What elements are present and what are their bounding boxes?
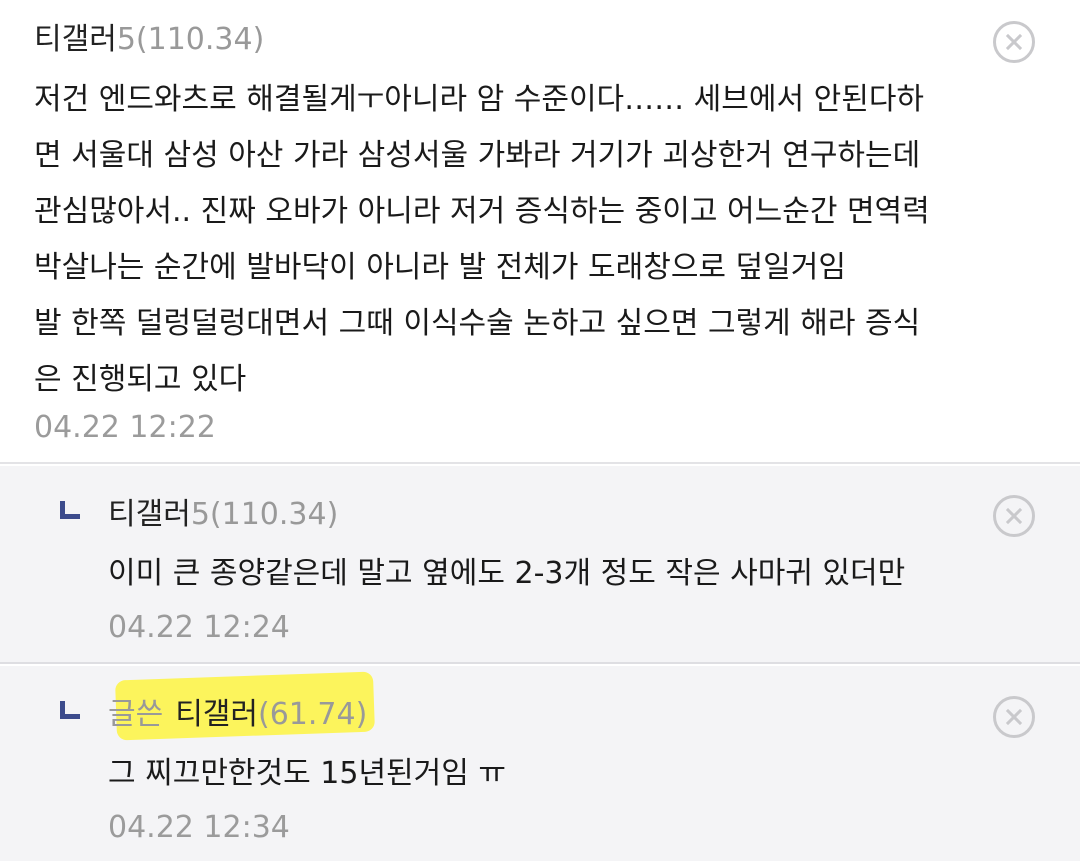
author-nickname: 티갤러 xyxy=(34,22,117,57)
comment-author[interactable]: 티갤러5(110.34) xyxy=(34,20,264,60)
comment-line: 박살나는 순간에 발바닥이 아니라 발 전체가 도래창으로 덮일거임 xyxy=(34,250,846,285)
delete-comment-close-icon[interactable] xyxy=(993,495,1035,537)
comment-line: 발 한쪽 덜렁덜렁대면서 그때 이식수술 논하고 싶으면 그렇게 해라 증식 xyxy=(34,306,921,341)
comment-body: 저건 엔드와츠로 해결될게ㅜ아니라 암 수준이다…… 세브에서 안된다하 면 서… xyxy=(34,72,930,408)
comment-line: 저건 엔드와츠로 해결될게ㅜ아니라 암 수준이다…… 세브에서 안된다하 xyxy=(34,82,925,117)
author-level: 5 xyxy=(190,497,210,532)
author-ip: (61.74) xyxy=(258,697,368,732)
comment-author[interactable]: 티갤러5(110.34) xyxy=(108,495,338,535)
comment-timestamp: 04.22 12:34 xyxy=(108,810,290,845)
author-nickname: 티갤러 xyxy=(108,497,191,532)
comment-timestamp: 04.22 12:24 xyxy=(108,610,290,645)
comment-line: 이미 큰 종양같은데 말고 옆에도 2-3개 정도 작은 사마귀 있더만 xyxy=(108,556,906,591)
comment-line: 면 서울대 삼성 아산 가라 삼성서울 가봐라 거기가 괴상한거 연구하는데 xyxy=(34,138,921,173)
reply-item: 티갤러5(110.34) 이미 큰 종양같은데 말고 옆에도 2-3개 정도 작… xyxy=(0,466,1080,664)
author-level: 5 xyxy=(116,22,136,57)
reply-arrow-icon xyxy=(60,501,80,519)
comment-author[interactable]: 글쓴 티갤러(61.74) xyxy=(108,695,367,735)
author-nickname: 티갤러 xyxy=(175,697,259,732)
author-ip: (110.34) xyxy=(209,497,339,532)
reply-arrow-icon xyxy=(60,701,80,719)
delete-comment-close-icon[interactable] xyxy=(993,21,1035,63)
comment-body: 그 찌끄만한것도 15년된거임 ㅠ xyxy=(108,746,506,802)
comment-body: 이미 큰 종양같은데 말고 옆에도 2-3개 정도 작은 사마귀 있더만 xyxy=(108,546,905,602)
op-badge: 글쓴 xyxy=(108,697,164,732)
comment-line: 관심많아서.. 진짜 오바가 아니라 저거 증식하는 중이고 어느순간 면역력 xyxy=(34,194,930,229)
comment-line: 은 진행되고 있다 xyxy=(34,362,247,397)
comment-timestamp: 04.22 12:22 xyxy=(34,410,216,445)
comment-item: 티갤러5(110.34) 저건 엔드와츠로 해결될게ㅜ아니라 암 수준이다…… … xyxy=(0,0,1080,464)
delete-comment-close-icon[interactable] xyxy=(993,696,1035,738)
comment-line: 그 찌끄만한것도 15년된거임 ㅠ xyxy=(108,756,506,791)
author-ip: (110.34) xyxy=(135,22,265,57)
reply-item: 글쓴 티갤러(61.74) 그 찌끄만한것도 15년된거임 ㅠ 04.22 12:… xyxy=(0,666,1080,861)
